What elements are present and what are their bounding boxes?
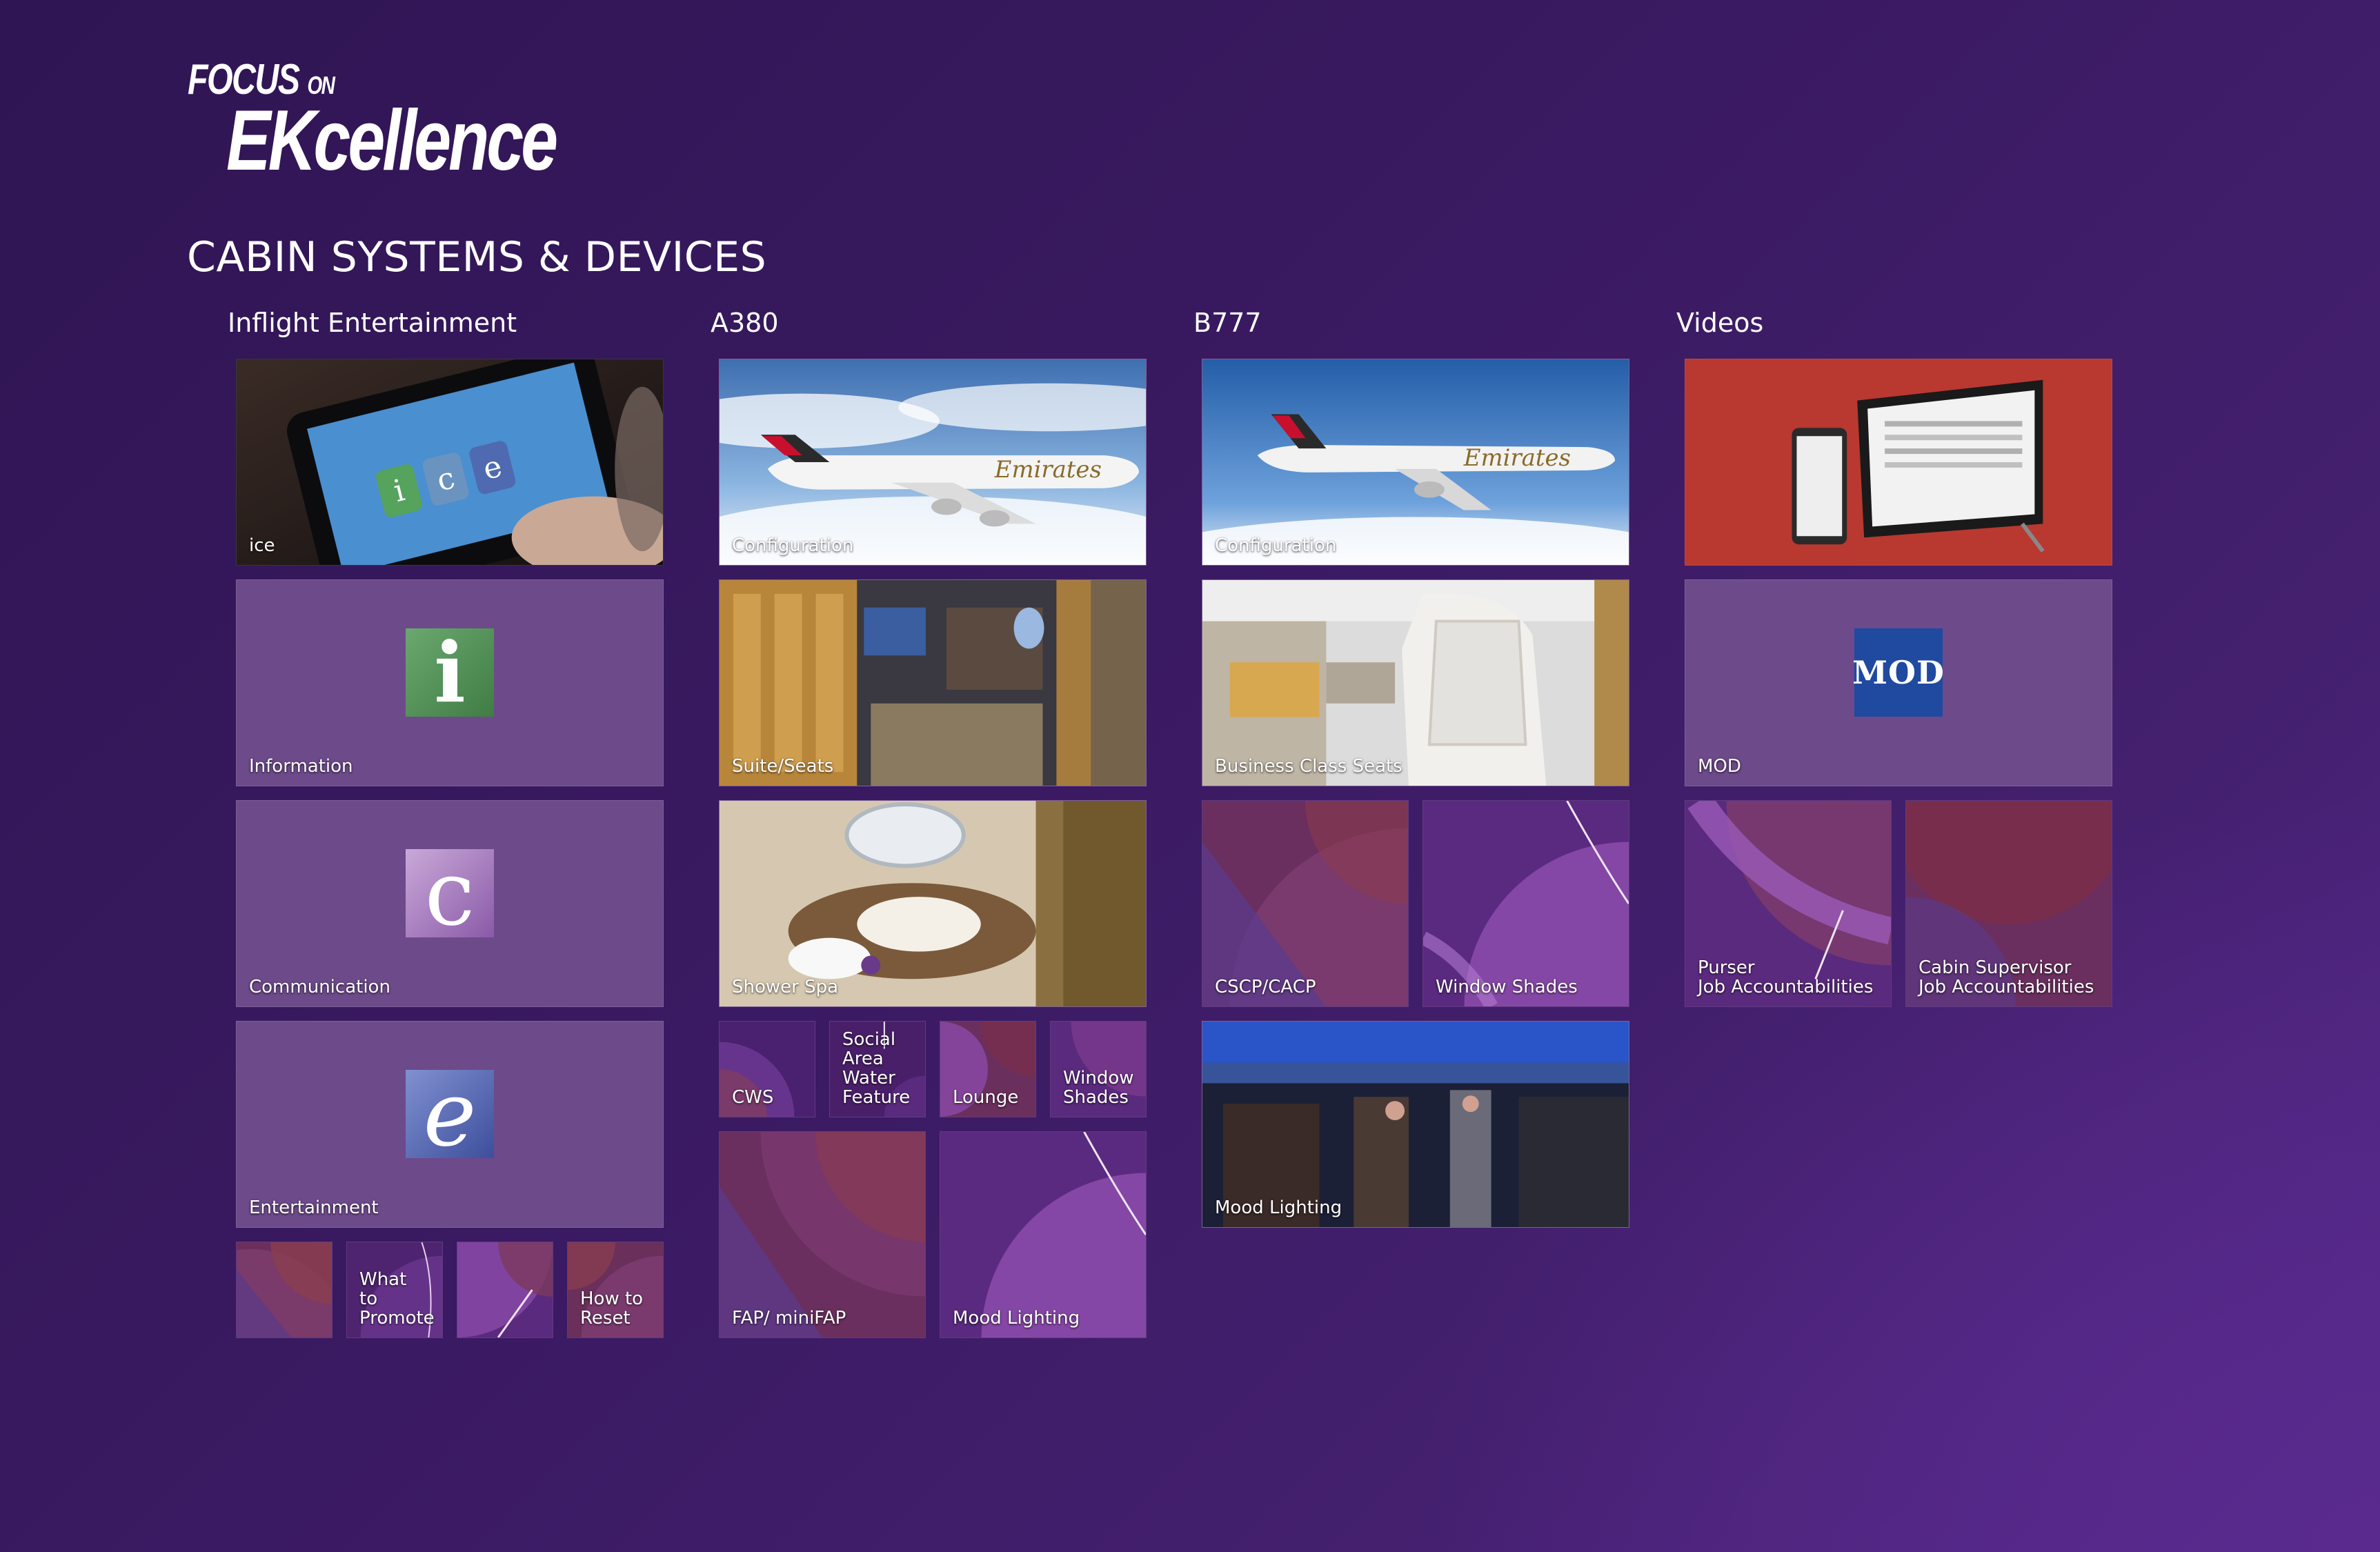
tile-label: Information [249, 756, 353, 777]
tile-entertainment[interactable]: e Entertainment [236, 1021, 664, 1228]
tile-label: CSCP/CACP [1215, 977, 1316, 997]
entertainment-icon: e [406, 1062, 494, 1166]
tile-videos-devices[interactable] [1685, 359, 2112, 566]
business-seats-photo [1202, 580, 1629, 786]
tile-label: Window Shades [1063, 1068, 1134, 1108]
tablet-phone-photo [1685, 359, 2112, 565]
tile-label: Window Shades [1436, 977, 1578, 997]
tile-what-to-promote[interactable]: What to Promote [346, 1242, 443, 1338]
abstract-art [457, 1242, 553, 1337]
tile-a380-shower-spa[interactable]: Shower Spa [719, 800, 1147, 1007]
column-heading-b777: B777 [1193, 308, 1262, 338]
tile-information[interactable]: i Information [236, 579, 664, 786]
tile-label: CWS [732, 1087, 774, 1108]
tile-ife-small-3[interactable] [457, 1242, 553, 1338]
tile-label: Suite/Seats [732, 756, 834, 777]
tile-a380-configuration[interactable]: Emirates Configuration [719, 359, 1147, 566]
tile-label: Lounge [953, 1087, 1019, 1108]
tile-label: Social Area Water Feature [842, 1029, 911, 1108]
b777-plane-photo: Emirates [1202, 359, 1629, 565]
abstract-art [940, 1132, 1146, 1337]
tile-a380-cws[interactable]: CWS [719, 1021, 815, 1117]
mod-icon: MOD [1852, 628, 1944, 717]
column-heading-a380: A380 [711, 308, 779, 338]
tile-label: Business Class Seats [1215, 756, 1402, 777]
tile-b777-window-shades[interactable]: Window Shades [1422, 800, 1629, 1007]
tile-b777-configuration[interactable]: Emirates Configuration [1202, 359, 1629, 566]
tile-label: FAP/ miniFAP [732, 1308, 846, 1329]
ice-tablet-photo: i c e [237, 359, 663, 565]
tile-a380-social-area[interactable]: Social Area Water Feature [829, 1021, 926, 1117]
tile-a380-suite-seats[interactable]: Suite/Seats [719, 579, 1147, 786]
column-heading-ife: Inflight Entertainment [228, 308, 517, 338]
abstract-art [1202, 801, 1408, 1006]
emirates-wordmark: Emirates [1463, 444, 1571, 471]
abstract-art [720, 1132, 925, 1337]
emirates-wordmark: Emirates [994, 456, 1102, 483]
tile-label: Shower Spa [732, 977, 839, 997]
tile-label: Purser Job Accountabilities [1698, 957, 1874, 997]
tile-mod[interactable]: MOD MOD [1685, 579, 2112, 786]
tile-how-to-reset[interactable]: How to Reset [567, 1242, 664, 1338]
tile-b777-cscp-cacp[interactable]: CSCP/CACP [1202, 800, 1409, 1007]
tile-label: ice [249, 535, 275, 556]
tile-ice[interactable]: i c e ice [236, 359, 664, 566]
tile-ife-small-1[interactable] [236, 1242, 333, 1338]
tile-b777-mood-lighting[interactable]: Mood Lighting [1202, 1021, 1629, 1228]
tile-label: Configuration [1215, 535, 1337, 556]
tile-a380-mood-lighting[interactable]: Mood Lighting [940, 1131, 1147, 1338]
tile-purser-job-accountabilities[interactable]: Purser Job Accountabilities [1685, 800, 1892, 1007]
tile-a380-window-shades[interactable]: Window Shades [1050, 1021, 1147, 1117]
abstract-art [1423, 801, 1629, 1006]
focus-on-ekcellence-logo: FOCUS ON EKcellence [188, 55, 558, 186]
tile-label: Cabin Supervisor Job Accountabilities [1918, 957, 2094, 997]
tile-a380-lounge[interactable]: Lounge [940, 1021, 1036, 1117]
tile-cabin-supervisor-job-accountabilities[interactable]: Cabin Supervisor Job Accountabilities [1905, 800, 2112, 1007]
mood-lighting-photo [1202, 1022, 1629, 1227]
tile-label: Mood Lighting [953, 1308, 1080, 1329]
tile-communication[interactable]: c Communication [236, 800, 664, 1007]
tile-label: Mood Lighting [1215, 1197, 1342, 1218]
shower-spa-photo [720, 801, 1146, 1006]
tile-label: How to Reset [580, 1289, 644, 1329]
abstract-art [237, 1242, 332, 1337]
tile-label: Communication [249, 977, 390, 997]
page-title: CABIN SYSTEMS & DEVICES [187, 233, 767, 281]
information-icon: i [406, 624, 494, 722]
suite-photo [720, 580, 1146, 786]
logo-line2: EKcellence [226, 93, 558, 188]
tile-label: Configuration [732, 535, 854, 556]
tile-label: Entertainment [249, 1197, 379, 1218]
communication-icon: c [406, 841, 494, 946]
a380-plane-photo: Emirates [720, 359, 1146, 565]
tile-label: MOD [1698, 756, 1741, 777]
tile-b777-business-seats[interactable]: Business Class Seats [1202, 579, 1629, 786]
tile-label: What to Promote [359, 1269, 435, 1329]
column-heading-videos: Videos [1676, 308, 1764, 338]
tile-a380-fap[interactable]: FAP/ miniFAP [719, 1131, 926, 1338]
